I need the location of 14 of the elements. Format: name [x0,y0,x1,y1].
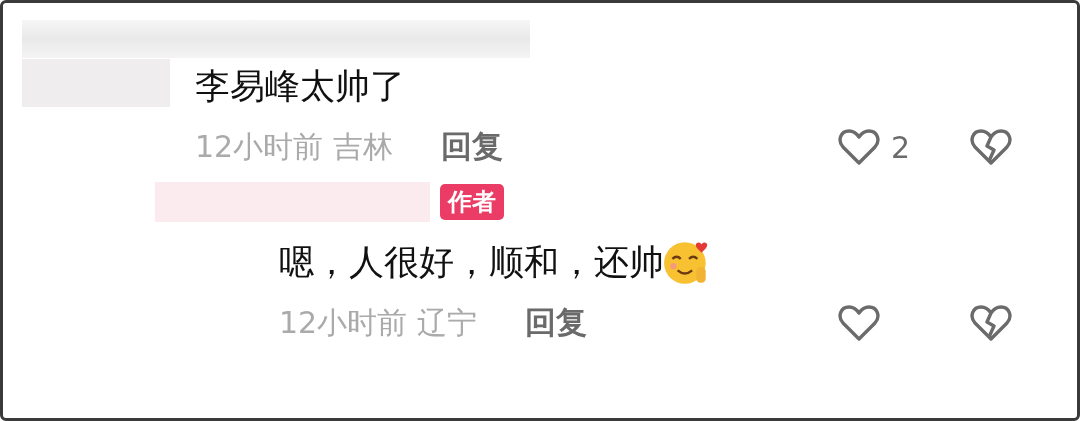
like-icon[interactable] [837,303,881,343]
like-icon[interactable] [837,127,881,167]
comment-time: 12小时前 [279,303,408,342]
comment-location: 吉林 [333,127,394,166]
author-badge: 作者 [440,184,504,220]
comment-text: 李易峰太帅了 [195,64,405,108]
comment-location: 辽宁 [417,303,478,342]
reply-link[interactable]: 回复 [441,126,504,168]
like-count: 2 [891,129,911,165]
comment-text: 嗯，人很好，顺和，还帅 [279,240,664,284]
comment-time: 12小时前 [195,127,324,166]
reply-link[interactable]: 回复 [525,302,588,344]
broken-heart-icon[interactable] [969,127,1013,167]
broken-heart-icon[interactable] [969,303,1013,343]
